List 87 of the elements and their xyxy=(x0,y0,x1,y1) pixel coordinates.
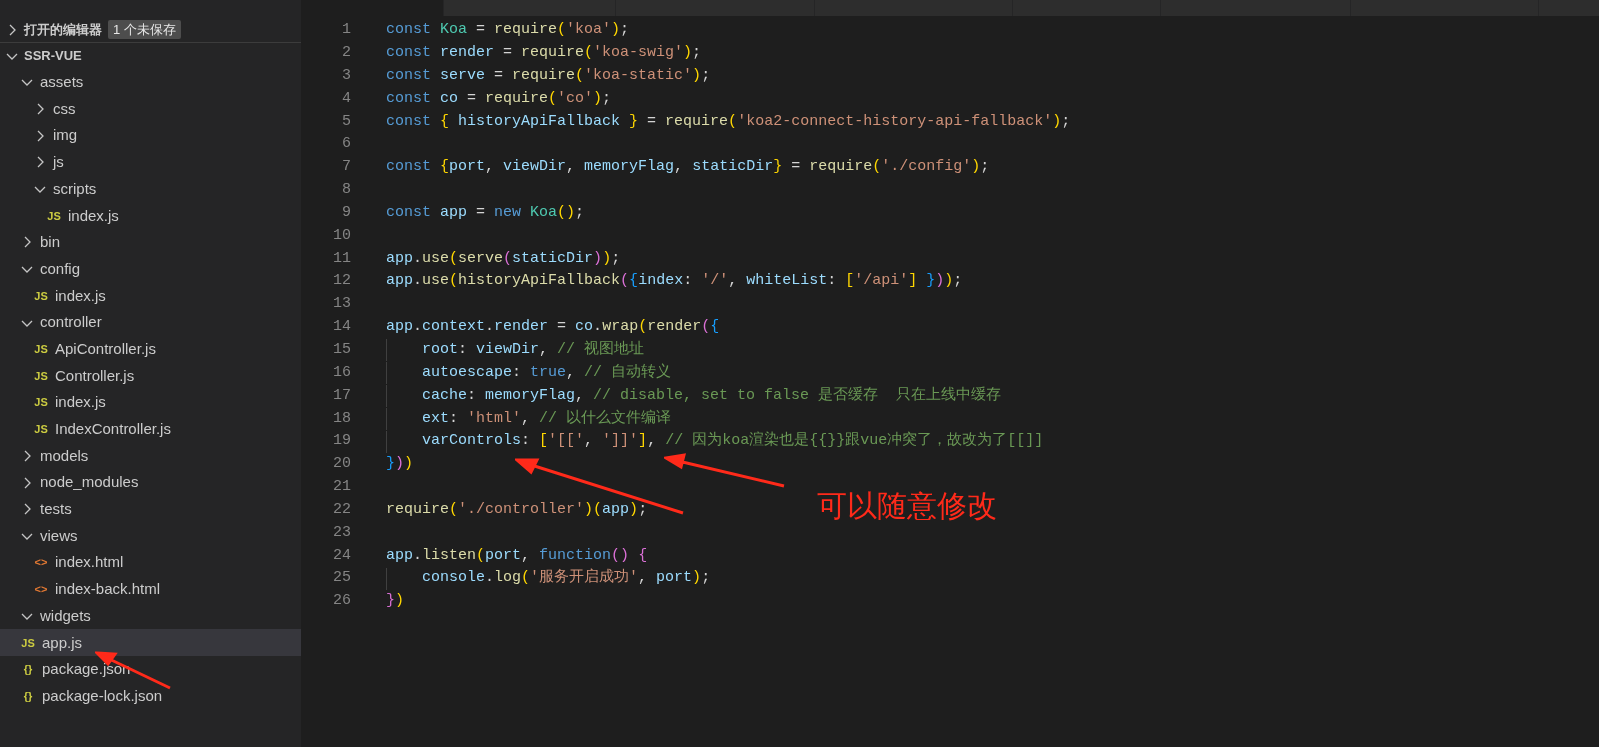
line-number: 1 xyxy=(341,20,351,41)
code-line: const { historyApiFallback } = require('koa2-connect-history-api-fallback'); xyxy=(386,111,1071,132)
file-type-icon: JS xyxy=(32,367,50,385)
code-line: ext: 'html', // 以什么文件编译 xyxy=(386,407,672,430)
file-type-icon: <> xyxy=(32,581,50,598)
code-line: app.use(historyApiFallback({index: '/', whiteList: ['/api'] })); xyxy=(386,271,963,292)
file-item[interactable]: JS IndexController.js xyxy=(0,415,301,443)
code-line: root: viewDir, // 视图地址 xyxy=(386,339,645,362)
folder-item[interactable]: config xyxy=(0,255,301,283)
folder-item[interactable]: models xyxy=(0,442,301,470)
folder-item[interactable]: assets xyxy=(0,69,301,96)
file-item[interactable]: JS index.js xyxy=(0,389,301,416)
file-type-icon: JS xyxy=(32,287,50,305)
file-item[interactable]: JS index.js xyxy=(0,282,301,310)
line-number: 8 xyxy=(341,180,351,201)
line-number: 16 xyxy=(332,362,351,383)
file-type-icon: JS xyxy=(32,394,50,411)
file-item[interactable]: JS app.js xyxy=(0,629,301,657)
line-number: 19 xyxy=(332,431,351,452)
folder-item[interactable]: img xyxy=(0,122,301,150)
file-item[interactable]: {} package.json xyxy=(0,656,301,683)
code-line: app.context.render = co.wrap(render({ xyxy=(386,317,720,338)
line-number: 7 xyxy=(341,157,351,178)
folder-item[interactable]: js xyxy=(0,149,301,176)
folder-item[interactable]: node_modules xyxy=(0,469,301,496)
code-line: const co = require('co'); xyxy=(386,88,612,109)
line-number: 15 xyxy=(332,340,351,360)
folder-item[interactable]: widgets xyxy=(0,602,301,630)
file-type-icon: JS xyxy=(19,634,37,652)
file-type-icon: <> xyxy=(32,554,50,571)
file-type-icon: {} xyxy=(19,687,37,705)
folder-item[interactable]: css xyxy=(0,95,301,123)
line-number: 23 xyxy=(332,522,351,543)
file-item[interactable]: JS index.js xyxy=(0,202,301,230)
line-number: 25 xyxy=(332,568,351,589)
line-number: 10 xyxy=(332,225,351,246)
file-type-icon: {} xyxy=(19,661,37,678)
line-number: 22 xyxy=(332,499,351,520)
code-line: const render = require('koa-swig'); xyxy=(386,43,702,63)
project-header[interactable]: SSR-VUE xyxy=(0,43,301,69)
file-type-icon: JS xyxy=(32,421,50,438)
line-number: 4 xyxy=(341,88,351,109)
line-number: 26 xyxy=(332,591,351,612)
open-editors-header[interactable]: 打开的编辑器 1 个未保存 xyxy=(0,17,301,43)
line-number: 21 xyxy=(332,477,351,498)
code-line: const app = new Koa(); xyxy=(386,202,585,223)
annotation-text: 可以随意修改 xyxy=(817,488,997,524)
line-number: 12 xyxy=(332,271,351,292)
code-line: const {port, viewDir, memoryFlag, staticDir} = require('./config'); xyxy=(386,157,990,178)
code-line: const serve = require('koa-static'); xyxy=(386,65,711,86)
code-line: console.log('服务开启成功', port); xyxy=(386,567,711,590)
line-number: 20 xyxy=(332,454,351,475)
folder-item[interactable]: controller xyxy=(0,309,301,336)
code-line: app.listen(port, function() { xyxy=(386,545,648,566)
file-item[interactable]: {} package-lock.json xyxy=(0,682,301,710)
file-item[interactable]: JS ApiController.js xyxy=(0,335,301,363)
code-line: }) xyxy=(386,591,405,612)
file-type-icon: JS xyxy=(32,340,50,358)
file-type-icon: JS xyxy=(45,207,63,225)
line-number: 18 xyxy=(332,408,351,429)
file-item[interactable]: <> index.html xyxy=(0,549,301,577)
line-number: 6 xyxy=(341,134,351,155)
line-number: 3 xyxy=(341,65,351,86)
line-number: 13 xyxy=(332,294,351,315)
code-line: autoescape: true, // 自动转义 xyxy=(386,361,672,385)
line-number: 2 xyxy=(341,43,351,63)
line-number: 11 xyxy=(332,248,351,269)
folder-item[interactable]: views xyxy=(0,522,301,550)
unsaved-count: 1 个未保存 xyxy=(108,19,181,40)
folder-item[interactable]: bin xyxy=(0,229,301,256)
folder-item[interactable]: tests xyxy=(0,496,301,523)
code-line: app.use(serve(staticDir)); xyxy=(386,248,621,269)
line-number: 9 xyxy=(341,202,351,223)
code-line: require('./controller')(app); xyxy=(386,499,648,520)
line-number: 5 xyxy=(341,111,351,132)
line-number: 24 xyxy=(332,545,351,566)
section-title: 打开的编辑器 xyxy=(24,20,102,39)
file-item[interactable]: JS Controller.js xyxy=(0,362,301,390)
file-item[interactable]: <> index-back.html xyxy=(0,576,301,603)
code-line: const Koa = require('koa'); xyxy=(386,20,630,41)
code-line: })) xyxy=(386,454,414,475)
line-number: 17 xyxy=(332,385,351,406)
line-number: 14 xyxy=(332,317,351,338)
code-line: cache: memoryFlag, // disable, set to false 是否缓存 只在上线中缓存 xyxy=(386,384,1002,408)
code-line: varControls: ['[[', ']]'], // 因为koa渲染也是{{}}跟vue冲突了，故改为了[[]] xyxy=(386,430,1044,453)
folder-item[interactable]: scripts xyxy=(0,175,301,203)
project-title: SSR-VUE xyxy=(24,47,82,66)
